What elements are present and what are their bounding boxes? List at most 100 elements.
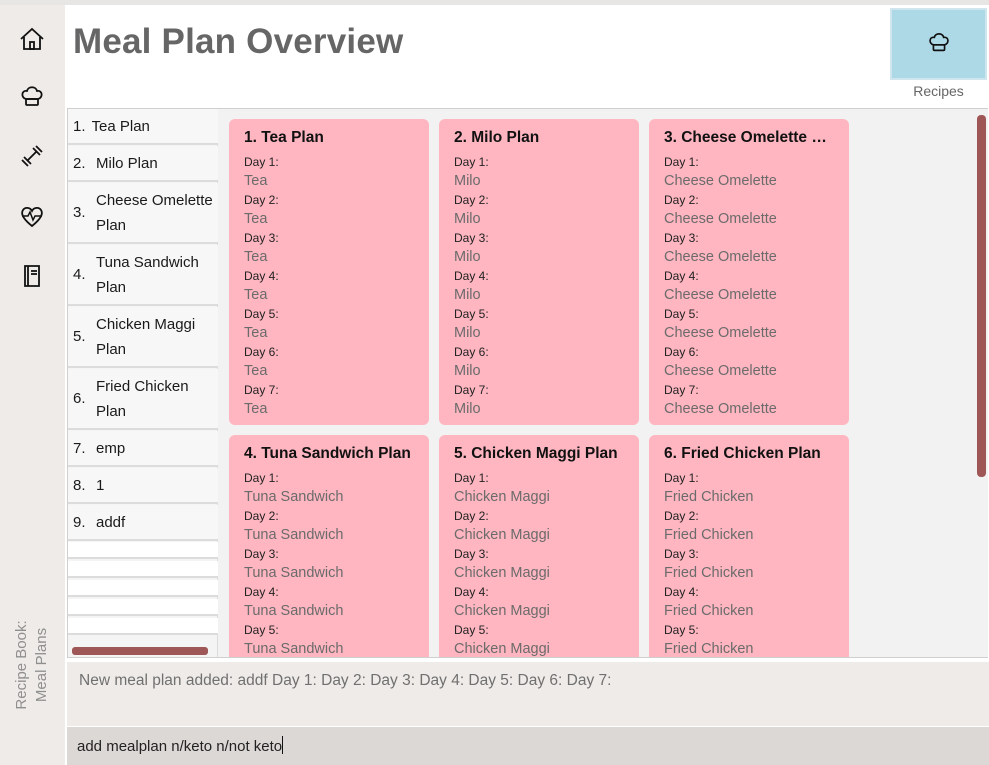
card-title: 2. Milo Plan xyxy=(454,129,540,146)
day-label: Day 1: xyxy=(244,155,279,169)
list-item[interactable]: 8. 1 xyxy=(68,468,218,504)
meal-plan-card[interactable]: 6. Fried Chicken Plan Day 1: Fried Chick… xyxy=(649,435,849,657)
list-item-label: Tuna Sandwich Plan xyxy=(96,253,199,296)
day-meal: Chicken Maggi xyxy=(454,603,550,619)
list-item-number: 4. xyxy=(73,266,86,283)
list-item[interactable]: 5. Chicken Maggi Plan xyxy=(68,307,218,368)
vertical-scrollbar[interactable] xyxy=(977,115,986,477)
day-label: Day 7: xyxy=(454,383,489,397)
horizontal-scrollbar[interactable] xyxy=(72,647,208,655)
day-meal: Tea xyxy=(244,287,268,303)
list-item-number: 3. xyxy=(73,204,86,221)
day-meal: Milo xyxy=(454,173,481,189)
list-item-label: Chicken Maggi Plan xyxy=(96,315,196,358)
day-label: Day 5: xyxy=(244,307,279,321)
home-icon[interactable] xyxy=(15,22,49,56)
list-item[interactable]: 9. addf xyxy=(68,505,218,541)
day-meal: Tea xyxy=(244,401,268,417)
meal-plan-card[interactable]: 1. Tea Plan Day 1: Tea Day 2: Tea Day 3:… xyxy=(229,119,429,425)
list-item[interactable]: 7. emp xyxy=(68,431,218,467)
result-text: New meal plan added: addf Day 1: Day 2: … xyxy=(79,672,612,689)
top-strip xyxy=(0,0,989,5)
day-meal: Fried Chicken xyxy=(664,641,754,657)
list-item-label: Milo Plan xyxy=(96,154,158,172)
day-meal: Tea xyxy=(244,173,268,189)
list-item[interactable]: 2. Milo Plan xyxy=(68,146,218,182)
chef-hat-icon[interactable] xyxy=(15,79,49,113)
day-meal: Milo xyxy=(454,401,481,417)
empty-list-row xyxy=(68,580,218,597)
day-label: Day 5: xyxy=(664,307,699,321)
day-label: Day 4: xyxy=(454,269,489,283)
day-label: Day 4: xyxy=(664,585,699,599)
day-label: Day 4: xyxy=(244,269,279,283)
list-item[interactable]: 3. Cheese Omelette Plan xyxy=(68,183,218,244)
list-item[interactable]: 6. Fried Chicken Plan xyxy=(68,369,218,430)
day-label: Day 4: xyxy=(664,269,699,283)
dumbbell-icon[interactable] xyxy=(15,139,49,173)
meal-plan-card[interactable]: 5. Chicken Maggi Plan Day 1: Chicken Mag… xyxy=(439,435,639,657)
card-title: 4. Tuna Sandwich Plan xyxy=(244,445,411,462)
card-title: 5. Chicken Maggi Plan xyxy=(454,445,618,462)
list-item[interactable]: 4. Tuna Sandwich Plan xyxy=(68,245,218,306)
list-item-label: Cheese Omelette Plan xyxy=(96,191,213,234)
app-caption: Recipe Book: Meal Plans xyxy=(6,605,62,725)
heartbeat-icon[interactable] xyxy=(15,199,49,233)
day-label: Day 7: xyxy=(244,383,279,397)
book-icon[interactable] xyxy=(15,259,49,293)
main-panel: 1. Tea Plan 2. Milo Plan 3. Cheese Omele… xyxy=(67,108,988,658)
day-meal: Tea xyxy=(244,211,268,227)
day-meal: Tuna Sandwich xyxy=(244,641,344,657)
day-meal: Chicken Maggi xyxy=(454,565,550,581)
sidebar: Recipe Book: Meal Plans xyxy=(0,5,65,765)
day-label: Day 3: xyxy=(664,547,699,561)
card-title: 1. Tea Plan xyxy=(244,129,324,146)
day-label: Day 6: xyxy=(244,345,279,359)
empty-list-row xyxy=(68,618,218,635)
empty-list-row xyxy=(68,542,218,559)
day-meal: Fried Chicken xyxy=(664,565,754,581)
day-meal: Cheese Omelette xyxy=(664,173,777,189)
recipes-button[interactable] xyxy=(890,8,987,80)
card-title: 3. Cheese Omelette Pl... xyxy=(664,129,835,146)
meal-plan-card[interactable]: 2. Milo Plan Day 1: Milo Day 2: Milo Day… xyxy=(439,119,639,425)
caption-line-2: Meal Plans xyxy=(33,627,50,703)
list-item-number: 1. xyxy=(73,117,86,135)
list-item[interactable]: 1. Tea Plan xyxy=(68,109,218,145)
day-meal: Cheese Omelette xyxy=(664,325,777,341)
day-label: Day 3: xyxy=(664,231,699,245)
list-item-number: 9. xyxy=(73,513,86,531)
day-meal: Cheese Omelette xyxy=(664,211,777,227)
day-meal: Cheese Omelette xyxy=(664,363,777,379)
day-meal: Tea xyxy=(244,249,268,265)
day-label: Day 6: xyxy=(664,345,699,359)
day-meal: Chicken Maggi xyxy=(454,641,550,657)
day-meal: Tuna Sandwich xyxy=(244,527,344,543)
list-item-label: emp xyxy=(96,439,126,457)
day-label: Day 1: xyxy=(244,471,279,485)
list-item-number: 8. xyxy=(73,476,86,494)
day-meal: Tea xyxy=(244,325,268,341)
empty-list-row xyxy=(68,599,218,616)
day-meal: Cheese Omelette xyxy=(664,249,777,265)
result-display: New meal plan added: addf Day 1: Day 2: … xyxy=(67,662,989,726)
day-meal: Tuna Sandwich xyxy=(244,489,344,505)
list-item-number: 7. xyxy=(73,439,86,457)
day-meal: Milo xyxy=(454,211,481,227)
meal-plan-card[interactable]: 3. Cheese Omelette Pl... Day 1: Cheese O… xyxy=(649,119,849,425)
day-label: Day 2: xyxy=(244,193,279,207)
day-label: Day 3: xyxy=(454,547,489,561)
day-meal: Cheese Omelette xyxy=(664,401,777,417)
list-item-number: 2. xyxy=(73,154,86,172)
day-meal: Fried Chicken xyxy=(664,603,754,619)
day-label: Day 2: xyxy=(664,193,699,207)
day-label: Day 5: xyxy=(244,623,279,637)
day-meal: Cheese Omelette xyxy=(664,287,777,303)
day-label: Day 1: xyxy=(664,471,699,485)
day-meal: Tuna Sandwich xyxy=(244,565,344,581)
command-box[interactable]: add mealplan n/keto n/not keto xyxy=(67,727,989,765)
day-meal: Chicken Maggi xyxy=(454,489,550,505)
command-input[interactable]: add mealplan n/keto n/not keto xyxy=(77,738,282,755)
meal-plan-card[interactable]: 4. Tuna Sandwich Plan Day 1: Tuna Sandwi… xyxy=(229,435,429,657)
day-label: Day 2: xyxy=(454,193,489,207)
